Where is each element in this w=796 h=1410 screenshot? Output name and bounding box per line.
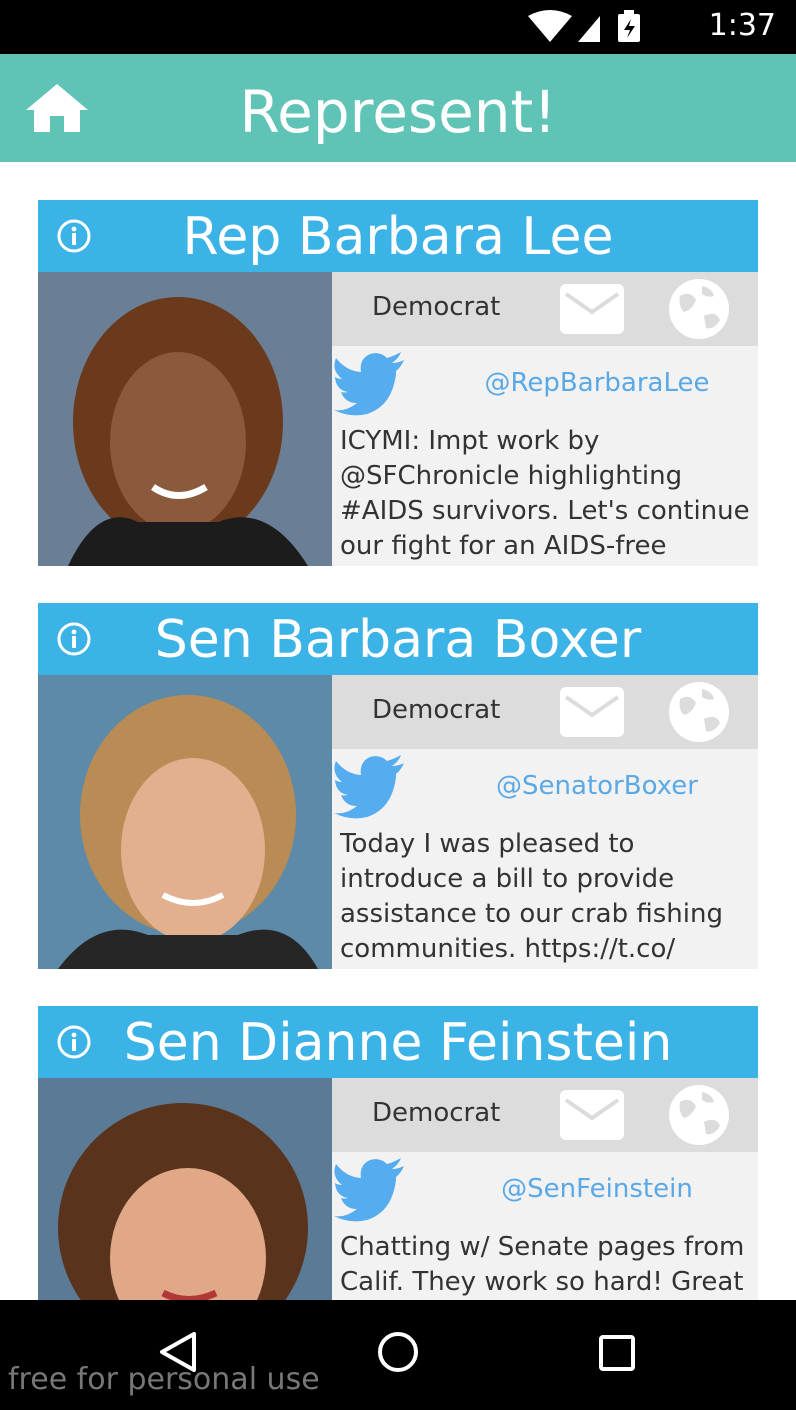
twitter-handle[interactable]: @RepBarbaraLee bbox=[444, 368, 750, 398]
party-row: Democrat bbox=[332, 272, 758, 346]
status-time: 1:37 bbox=[708, 8, 776, 43]
card-header: Sen Barbara Boxer bbox=[38, 603, 758, 675]
representative-name: Sen Dianne Feinstein bbox=[123, 1013, 673, 1073]
mail-icon[interactable] bbox=[558, 685, 626, 743]
twitter-handle[interactable]: @SenFeinstein bbox=[444, 1174, 750, 1204]
recents-icon[interactable] bbox=[598, 1334, 636, 1376]
representatives-list[interactable]: Rep Barbara Lee Democrat @RepBarbaraLee … bbox=[0, 162, 796, 1300]
card-header: Sen Dianne Feinstein bbox=[38, 1006, 758, 1078]
status-bar: 1:37 bbox=[0, 0, 796, 54]
globe-icon[interactable] bbox=[666, 1082, 732, 1152]
representative-name: Sen Barbara Boxer bbox=[154, 610, 642, 670]
party-label: Democrat bbox=[372, 292, 501, 322]
representative-name: Rep Barbara Lee bbox=[182, 207, 614, 267]
card-header: Rep Barbara Lee bbox=[38, 200, 758, 272]
representative-photo bbox=[38, 675, 332, 969]
representative-photo bbox=[38, 1078, 332, 1300]
representative-card[interactable]: Sen Dianne Feinstein Democrat @SenFeinst… bbox=[38, 1006, 758, 1300]
twitter-icon[interactable] bbox=[334, 352, 406, 420]
twitter-icon[interactable] bbox=[334, 755, 406, 823]
party-row: Democrat bbox=[332, 1078, 758, 1152]
party-row: Democrat bbox=[332, 675, 758, 749]
app-title: Represent! bbox=[239, 78, 557, 146]
info-panel: Democrat @SenatorBoxer Today I was pleas… bbox=[332, 675, 758, 969]
app-bar: Represent! bbox=[0, 54, 796, 162]
signal-icon bbox=[578, 16, 600, 42]
globe-icon[interactable] bbox=[666, 679, 732, 749]
watermark: free for personal use bbox=[8, 1362, 320, 1397]
info-panel: Democrat @SenFeinstein Chatting w/ Senat… bbox=[332, 1078, 758, 1300]
latest-tweet: ICYMI: Impt work by @SFChronicle highlig… bbox=[340, 426, 750, 561]
party-label: Democrat bbox=[372, 1098, 501, 1128]
mail-icon[interactable] bbox=[558, 282, 626, 340]
home-circle-icon[interactable] bbox=[376, 1330, 420, 1378]
twitter-handle[interactable]: @SenatorBoxer bbox=[444, 771, 750, 801]
info-panel: Democrat @RepBarbaraLee ICYMI: Impt work… bbox=[332, 272, 758, 566]
mail-icon[interactable] bbox=[558, 1088, 626, 1146]
representative-card[interactable]: Sen Barbara Boxer Democrat @SenatorBoxer… bbox=[38, 603, 758, 969]
twitter-icon[interactable] bbox=[334, 1158, 406, 1226]
globe-icon[interactable] bbox=[666, 276, 732, 346]
latest-tweet: Today I was pleased to introduce a bill … bbox=[340, 829, 723, 964]
representative-card[interactable]: Rep Barbara Lee Democrat @RepBarbaraLee … bbox=[38, 200, 758, 566]
battery-icon bbox=[618, 10, 640, 42]
status-icons bbox=[528, 10, 678, 48]
representative-photo bbox=[38, 272, 332, 566]
party-label: Democrat bbox=[372, 695, 501, 725]
wifi-icon bbox=[528, 10, 572, 42]
latest-tweet: Chatting w/ Senate pages from Calif. The… bbox=[340, 1232, 745, 1297]
